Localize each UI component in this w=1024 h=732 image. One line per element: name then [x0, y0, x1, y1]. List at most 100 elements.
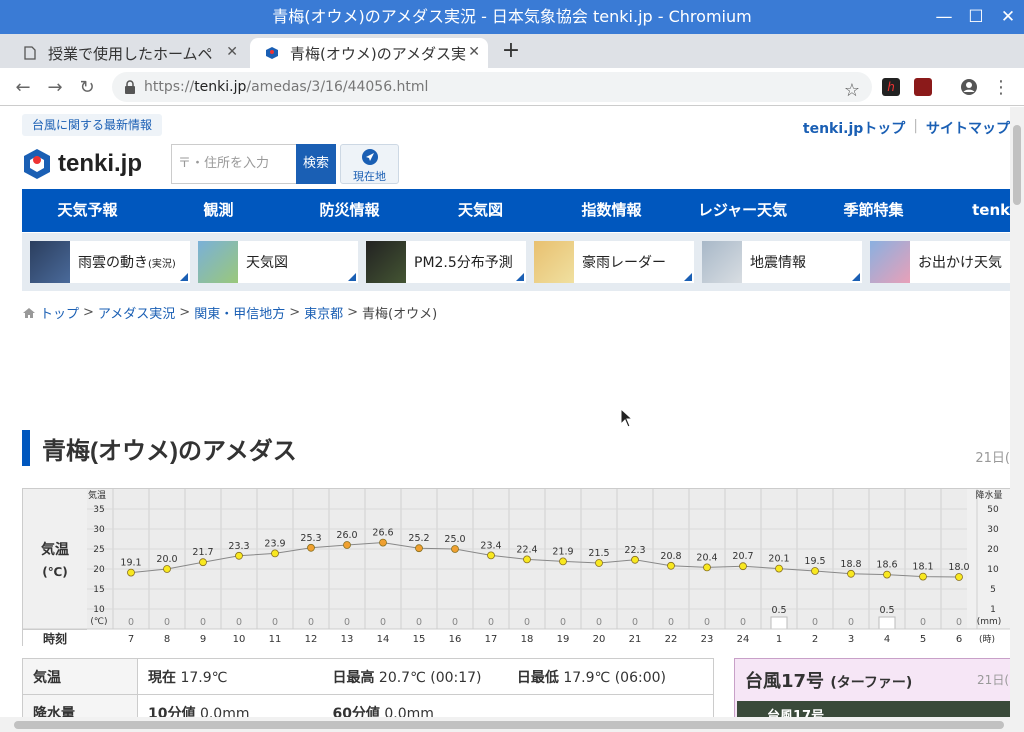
heading-bar [22, 430, 30, 466]
scroll-thumb[interactable] [1013, 125, 1021, 205]
address-bar[interactable]: https://tenki.jp/amedas/3/16/44056.html … [112, 72, 872, 102]
breadcrumb: トップ > アメダス実況 > 関東・甲信地方 > 東京都 > 青梅(オウメ) [22, 303, 437, 322]
subnav-pm25[interactable]: PM2.5分布予測 [366, 241, 526, 283]
temperature-point [595, 559, 603, 567]
typhoon-box[interactable]: 台風17号 (ターファー) 21日( 台風17号 [734, 658, 1010, 717]
nav-index[interactable]: 指数情報 [546, 189, 677, 232]
temperature-data-label: 18.1 [912, 562, 933, 573]
subnav-label: お出かけ天気 [918, 255, 1002, 271]
time-unit-label: (時) [979, 634, 995, 645]
temperature-point [739, 562, 747, 571]
breadcrumb-top[interactable]: トップ [40, 303, 79, 322]
breadcrumb-current: 青梅(オウメ) [362, 307, 438, 322]
search-button[interactable]: 検索 [296, 144, 336, 184]
breadcrumb-kanto[interactable]: 関東・甲信地方 [194, 303, 285, 322]
breadcrumb-tokyo[interactable]: 東京都 [304, 303, 343, 322]
temperature-data-label: 21.9 [552, 546, 573, 557]
subnav-earthquake[interactable]: 地震情報 [702, 241, 862, 283]
forward-icon[interactable]: → [44, 76, 66, 98]
corner-icon [348, 273, 356, 281]
x-tick-label: 2 [812, 634, 818, 645]
menu-icon[interactable]: ⋮ [990, 76, 1012, 98]
nav-forecast[interactable]: 天気予報 [22, 189, 153, 232]
temperature-data-label: 22.4 [516, 544, 537, 555]
nav-season[interactable]: 季節特集 [808, 189, 939, 232]
precipitation-data-label: 0 [596, 617, 602, 628]
x-tick-label: 21 [629, 634, 642, 645]
maximize-icon[interactable]: ☐ [960, 0, 992, 34]
x-tick-label: 16 [449, 634, 462, 645]
lock-icon [125, 80, 135, 94]
page-heading: 青梅(オウメ)のアメダス [22, 430, 297, 466]
tab-amedas[interactable]: 青梅(オウメ)のアメダス実 ✕ [250, 38, 488, 68]
y-right-tick: 30 [987, 525, 999, 535]
breadcrumb-amedas[interactable]: アメダス実況 [98, 303, 175, 322]
outing-thumbnail [870, 241, 910, 283]
document-icon [22, 45, 38, 61]
y-right-tick: 5 [990, 585, 996, 595]
back-icon[interactable]: ← [12, 76, 34, 98]
precipitation-data-label: 0 [848, 617, 854, 628]
x-tick-label: 11 [269, 634, 282, 645]
precipitation-data-label: 0 [956, 617, 962, 628]
vertical-scrollbar[interactable] [1010, 107, 1024, 717]
tenki-logo[interactable]: tenki.jp [22, 147, 142, 181]
temperature-data-label: 25.3 [300, 533, 321, 544]
x-tick-label: 23 [701, 634, 714, 645]
current-location-button[interactable]: 現在地 [340, 144, 399, 184]
tenki-top-link[interactable]: tenki.jpトップ [803, 118, 905, 138]
precipitation-data-label: 0 [812, 617, 818, 628]
sitemap-link[interactable]: サイトマップ [926, 118, 1010, 138]
address-search-input[interactable]: 〒・住所を入力 [171, 144, 297, 184]
tab-close-icon[interactable]: ✕ [468, 44, 480, 60]
subnav-weather-map[interactable]: 天気図 [198, 241, 358, 283]
extension-h-icon[interactable]: h [882, 78, 900, 96]
y-right-tick: 1 [990, 605, 996, 615]
nav-disaster[interactable]: 防災情報 [284, 189, 415, 232]
tab-close-icon[interactable]: ✕ [226, 44, 238, 60]
x-tick-label: 7 [128, 634, 134, 645]
precipitation-data-label: 0 [416, 617, 422, 628]
subnav-heavy-rain-radar[interactable]: 豪雨レーダー [534, 241, 694, 283]
profile-icon[interactable] [958, 76, 980, 98]
minimize-icon[interactable]: — [928, 0, 960, 34]
rain-head: 降水量 [22, 694, 138, 717]
precipitation-data-label: 0 [452, 617, 458, 628]
horizontal-scrollbar[interactable] [0, 717, 1024, 732]
reload-icon[interactable]: ↻ [76, 76, 98, 98]
y-left-tick: 25 [93, 545, 104, 555]
current-location-label: 現在地 [353, 170, 386, 183]
subnav-rain-cloud[interactable]: 雨雲の動き(実況) [30, 241, 190, 283]
temperature-data-label: 25.2 [408, 533, 429, 544]
rain-cloud-thumbnail [30, 241, 70, 283]
window-title: 青梅(オウメ)のアメダス実況 - 日本気象協会 tenki.jp - Chrom… [272, 7, 752, 26]
new-tab-icon[interactable]: + [500, 38, 522, 63]
temperature-data-label: 20.0 [156, 554, 177, 565]
bookmark-star-icon[interactable]: ☆ [844, 76, 860, 106]
nav-weather-map[interactable]: 天気図 [415, 189, 546, 232]
x-tick-label: 13 [341, 634, 354, 645]
nav-tenki[interactable]: tenki.jp [939, 189, 1010, 232]
nav-observation[interactable]: 観測 [153, 189, 284, 232]
y-left-tick: 35 [93, 505, 104, 515]
ublock-icon[interactable] [914, 78, 932, 96]
x-tick-label: 1 [776, 634, 782, 645]
temperature-point [775, 564, 783, 573]
tab-lecture[interactable]: 授業で使用したホームペ ✕ [8, 38, 246, 68]
chart-side-label: 気温 (℃) [23, 489, 87, 629]
x-tick-label: 5 [920, 634, 926, 645]
y-left-axis-title: 気温 [88, 489, 106, 501]
temperature-data-label: 20.1 [768, 554, 789, 565]
scroll-thumb[interactable] [14, 721, 1004, 729]
precipitation-data-label: 0 [200, 617, 206, 628]
pm25-thumbnail [366, 241, 406, 283]
close-window-icon[interactable]: ✕ [992, 0, 1024, 34]
nav-leisure[interactable]: レジャー天気 [677, 189, 808, 232]
typhoon-info-link[interactable]: 台風に関する最新情報 [22, 114, 163, 136]
temperature-data-label: 23.9 [264, 538, 285, 549]
temperature-data-label: 20.7 [732, 551, 753, 562]
temperature-data-label: 21.5 [588, 548, 609, 559]
subnav-outing-weather[interactable]: お出かけ天気 [870, 241, 1010, 283]
x-tick-label: 17 [485, 634, 498, 645]
x-tick-label: 22 [665, 634, 678, 645]
